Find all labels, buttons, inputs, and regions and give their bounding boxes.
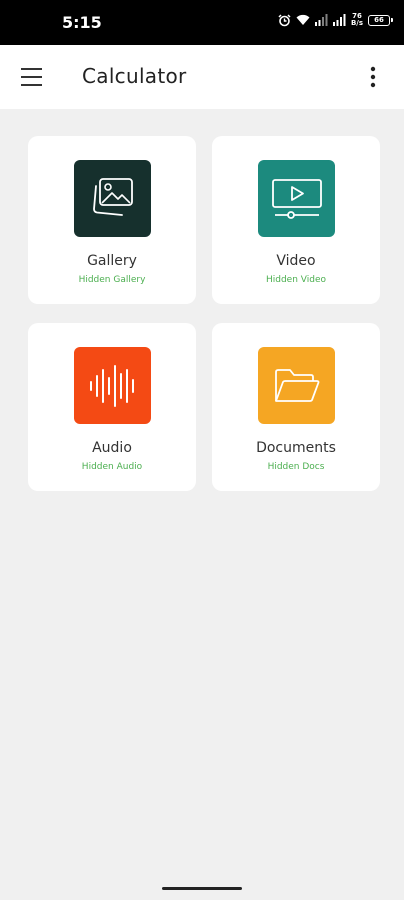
battery-icon: 66 [368, 14, 393, 26]
folder-icon [258, 347, 335, 424]
signal-icon-1 [314, 14, 328, 26]
gallery-card[interactable]: Gallery Hidden Gallery [28, 136, 196, 304]
network-speed: 76 B/s [351, 13, 363, 27]
video-icon [258, 160, 335, 237]
video-subtitle: Hidden Video [265, 275, 326, 285]
hamburger-menu-icon[interactable] [20, 65, 44, 89]
video-title: Video [276, 253, 316, 269]
status-time: 5:15 [62, 13, 102, 32]
documents-title: Documents [256, 440, 336, 456]
video-card[interactable]: Video Hidden Video [212, 136, 380, 304]
status-bar: 5:15 76 B/s 66 [0, 0, 404, 45]
home-indicator[interactable] [162, 887, 242, 890]
app-title: Calculator [82, 64, 187, 88]
audio-waveform-icon [74, 347, 151, 424]
documents-subtitle: Hidden Docs [267, 462, 325, 472]
signal-icon-2 [332, 14, 346, 26]
gallery-title: Gallery [87, 253, 137, 269]
alarm-icon [278, 13, 291, 27]
more-vertical-icon[interactable] [362, 65, 384, 89]
audio-title: Audio [92, 440, 132, 456]
app-bar: Calculator [0, 45, 404, 109]
audio-subtitle: Hidden Audio [81, 462, 143, 472]
gallery-subtitle: Hidden Gallery [78, 275, 146, 285]
wifi-icon [296, 14, 310, 26]
documents-card[interactable]: Documents Hidden Docs [212, 323, 380, 491]
status-icons: 76 B/s 66 [278, 13, 393, 27]
gallery-icon [74, 160, 151, 237]
network-speed-unit: B/s [350, 19, 363, 27]
audio-card[interactable]: Audio Hidden Audio [28, 323, 196, 491]
